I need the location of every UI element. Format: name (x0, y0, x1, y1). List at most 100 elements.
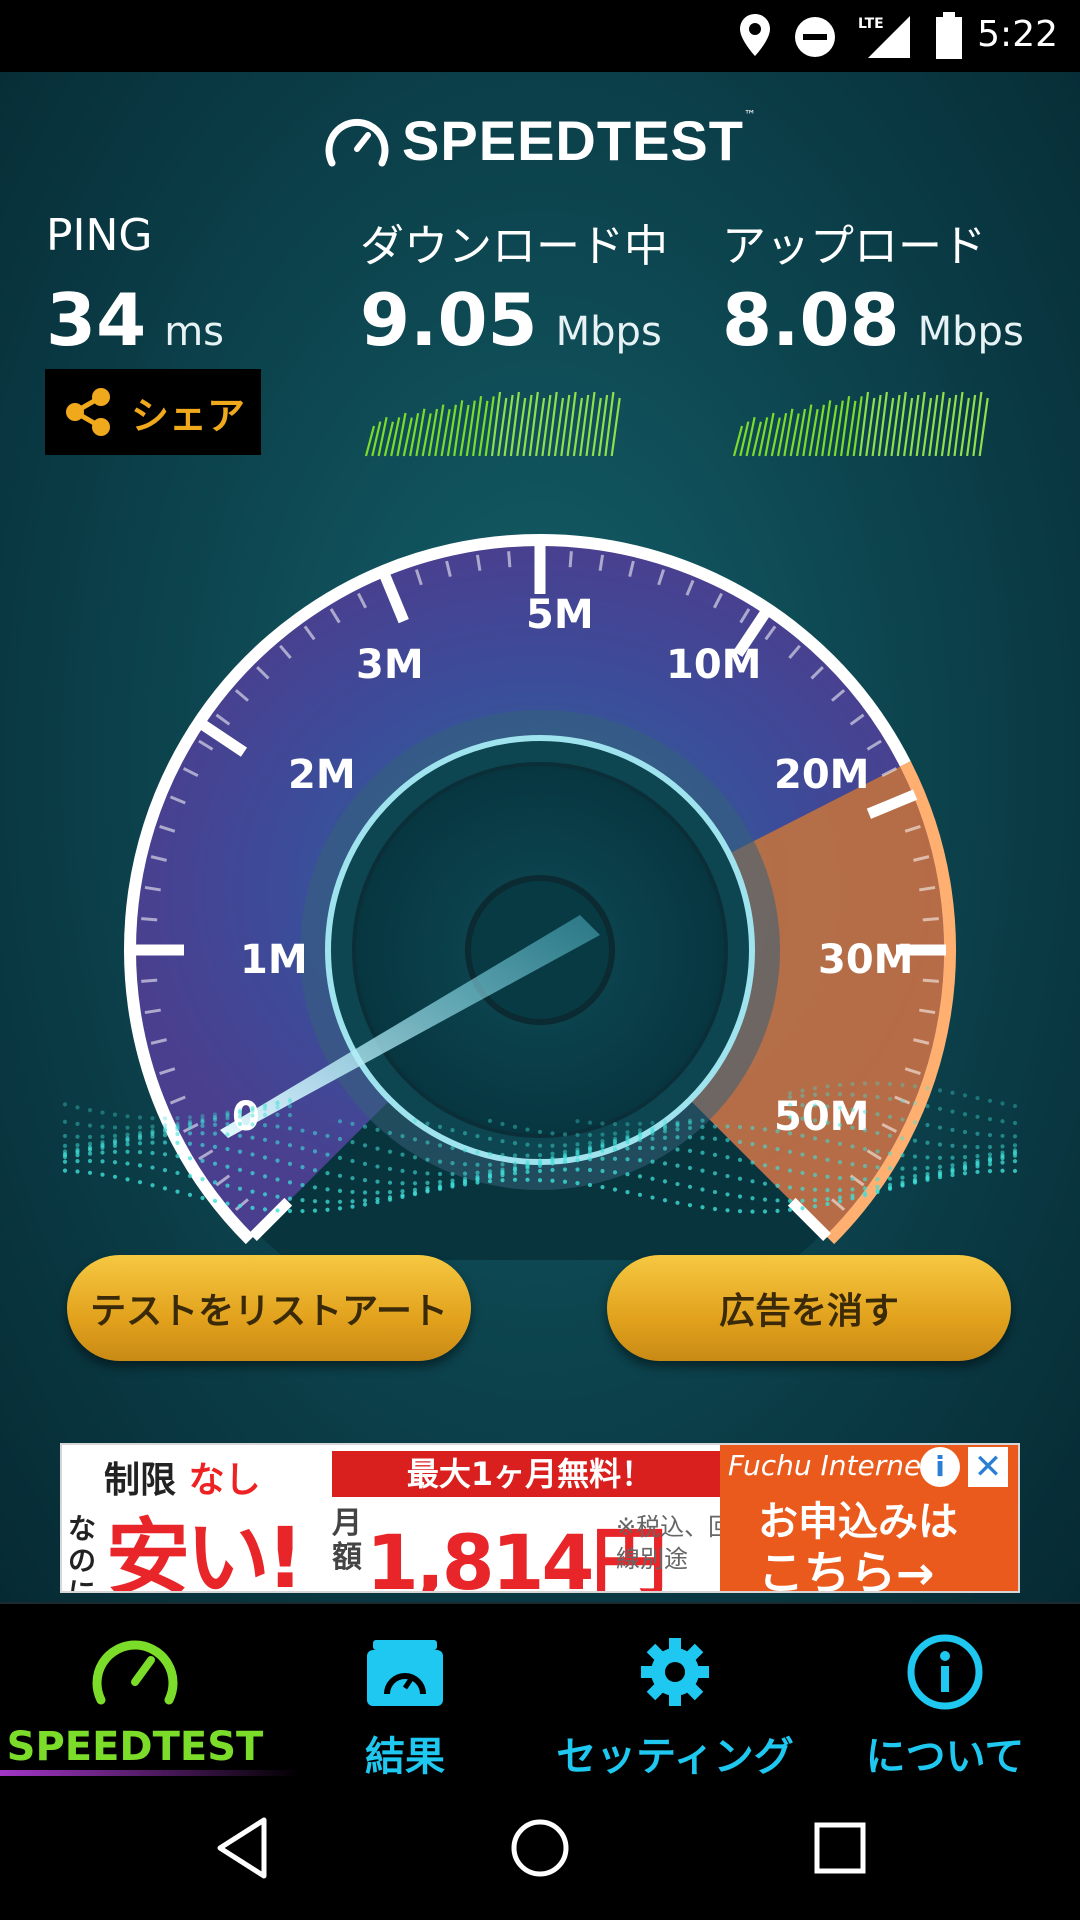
wave-dot (225, 1116, 230, 1121)
wave-dot (375, 1146, 380, 1151)
wave-dot (400, 1152, 405, 1157)
wave-dot (250, 1152, 255, 1157)
wave-dot (162, 1129, 168, 1134)
wave-dot (500, 1172, 505, 1178)
wave-dot (862, 1193, 868, 1198)
wave-dot (250, 1108, 255, 1113)
wave-dot (750, 1125, 755, 1131)
wave-dot (887, 1114, 893, 1119)
wave-dot (337, 1136, 343, 1142)
ad-close-icon[interactable]: ✕ (968, 1447, 1008, 1487)
wave-dot (900, 1153, 905, 1158)
back-icon[interactable] (214, 1816, 270, 1880)
wave-dot (237, 1121, 243, 1127)
wave-dot (837, 1187, 843, 1193)
wave-dot (625, 1189, 630, 1195)
wave-dot (1000, 1156, 1005, 1161)
tick-label-30m: 30M (818, 937, 913, 983)
wave-dot (312, 1185, 318, 1190)
wave-dot (537, 1163, 543, 1168)
wave-dot (425, 1171, 430, 1176)
wave-dot (562, 1179, 568, 1184)
wave-dot (662, 1161, 668, 1166)
wave-dot (800, 1088, 805, 1093)
gauge-minor-tick (568, 551, 573, 568)
wave-dot (112, 1160, 118, 1165)
wave-dot (462, 1131, 468, 1136)
wave-dot (275, 1177, 280, 1182)
tab-speedtest-label: SPEEDTEST (6, 1724, 264, 1770)
wave-dot (800, 1206, 805, 1211)
wave-dot (200, 1131, 205, 1136)
wave-dot (662, 1179, 668, 1184)
gauge-minor-tick (922, 978, 939, 983)
status-time: 5:22 (977, 14, 1058, 55)
wave-dot (675, 1127, 680, 1132)
recents-icon[interactable] (814, 1822, 866, 1874)
wave-dot (737, 1194, 743, 1199)
ad-brand: Fuchu Internet (728, 1449, 933, 1482)
wave-dot (575, 1132, 580, 1138)
wave-dot (250, 1171, 255, 1176)
wave-dot (162, 1152, 168, 1157)
wave-dot (812, 1198, 818, 1203)
wave-dot (375, 1164, 380, 1169)
wave-dot (937, 1125, 943, 1130)
battery-icon (936, 12, 962, 59)
wave-dot (825, 1187, 830, 1193)
ad-cta-panel[interactable]: Fuchu Internet お申込みは こちら→ i ✕ (720, 1445, 1018, 1591)
ad-banner[interactable]: 制限 なし なのに 安い! 最大1ヶ月無料！ 月額 1,814円 ※税込、回線別… (60, 1443, 1020, 1593)
wave-dot (937, 1155, 943, 1160)
wave-dot (900, 1183, 905, 1188)
wave-dot (1012, 1143, 1018, 1148)
wave-dot (850, 1107, 855, 1112)
wave-dot (812, 1086, 818, 1091)
wave-dot (587, 1182, 593, 1188)
tab-results[interactable]: 結果 (270, 1604, 540, 1780)
wave-dot (225, 1146, 230, 1152)
wave-dot (887, 1133, 893, 1138)
wave-dot (900, 1175, 905, 1180)
tab-settings[interactable]: セッティング (540, 1604, 810, 1780)
wave-dot (250, 1135, 255, 1140)
wave-dot (675, 1181, 680, 1187)
wave-dot (325, 1207, 330, 1212)
share-button[interactable]: シェア (45, 369, 261, 455)
wave-dot (300, 1198, 305, 1203)
tab-about[interactable]: について (810, 1604, 1080, 1780)
ad-info-icon[interactable]: i (920, 1447, 960, 1487)
wave-dot (925, 1103, 930, 1109)
results-folder-icon (367, 1640, 443, 1706)
wave-dot (475, 1180, 480, 1185)
wave-dot (700, 1187, 705, 1192)
wave-dot (75, 1143, 80, 1148)
home-icon[interactable] (510, 1818, 570, 1878)
wave-dot (712, 1124, 718, 1129)
tick-label-2m: 2M (288, 752, 356, 798)
wave-dot (862, 1128, 868, 1133)
wave-dot (450, 1184, 455, 1189)
upload-label: アップロード (722, 221, 986, 272)
wave-dot (1000, 1160, 1005, 1165)
wave-dot (112, 1112, 118, 1117)
wave-dot (212, 1117, 218, 1123)
wave-dot (550, 1178, 555, 1183)
restart-test-button[interactable]: テストをリストアート (67, 1255, 471, 1361)
remove-ads-button[interactable]: 広告を消す (607, 1255, 1011, 1361)
wave-dot (125, 1161, 130, 1166)
wave-dot (575, 1152, 580, 1158)
wave-dot (337, 1155, 343, 1160)
wave-dot (862, 1177, 868, 1182)
wave-dot (300, 1208, 305, 1214)
wave-dot (437, 1179, 443, 1185)
wave-dot (662, 1119, 668, 1124)
wave-dot (350, 1158, 355, 1164)
wave-dot (62, 1143, 68, 1148)
tab-speedtest[interactable]: SPEEDTEST (0, 1604, 300, 1778)
wave-dot (800, 1152, 805, 1157)
wave-dot (687, 1184, 693, 1189)
wave-dot (275, 1140, 280, 1145)
wave-dot (625, 1172, 630, 1177)
wave-dot (400, 1168, 405, 1173)
wave-dot (825, 1120, 830, 1125)
